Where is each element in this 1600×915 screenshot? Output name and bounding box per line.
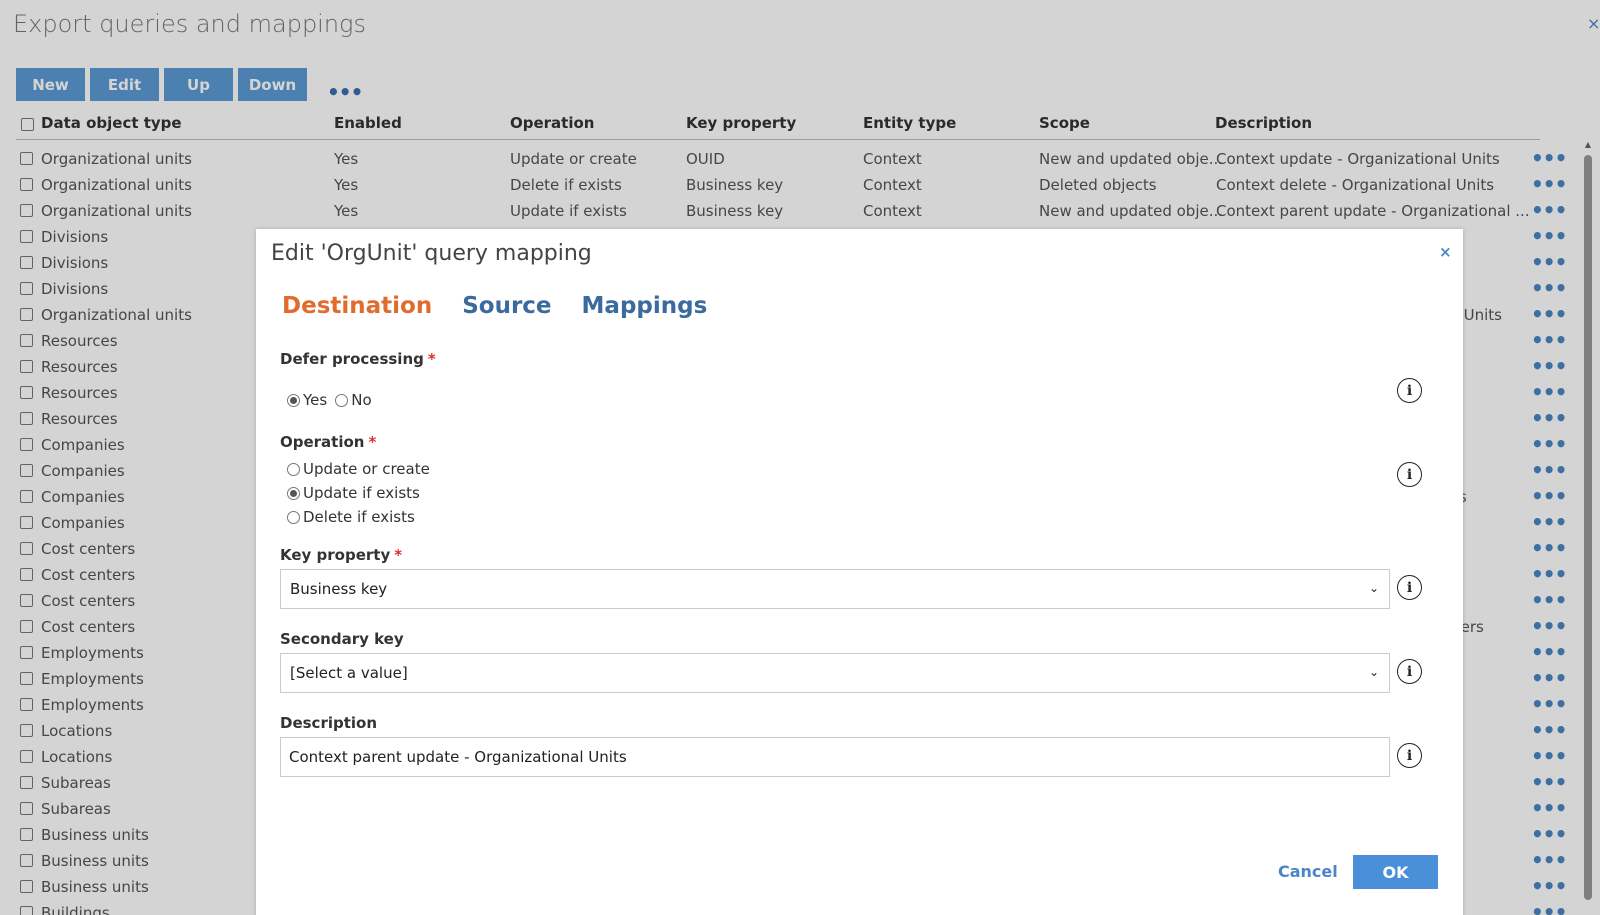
chevron-down-icon: ⌄: [1368, 581, 1379, 595]
defer-no-label: No: [351, 391, 372, 409]
secondary-key-label: Secondary key: [280, 630, 404, 648]
dialog-title: Edit 'OrgUnit' query mapping: [271, 241, 592, 266]
defer-yes-option[interactable]: Yes: [287, 391, 327, 409]
defer-processing-label-text: Defer processing: [280, 350, 424, 368]
operation-option-label: Delete if exists: [303, 508, 415, 526]
key-property-value: Business key: [290, 580, 388, 598]
operation-option-label: Update if exists: [303, 484, 420, 502]
operation-radio[interactable]: [287, 462, 300, 476]
defer-processing-options: Yes No: [287, 391, 380, 409]
ok-button[interactable]: OK: [1353, 855, 1438, 889]
operation-option-update-or-create[interactable]: Update or create: [287, 460, 430, 478]
info-icon[interactable]: i: [1397, 462, 1422, 487]
defer-no-radio[interactable]: [335, 393, 349, 407]
tab-mappings[interactable]: Mappings: [582, 293, 708, 319]
operation-radio[interactable]: [287, 510, 300, 524]
tab-source[interactable]: Source: [462, 293, 551, 319]
defer-processing-label: Defer processing *: [280, 350, 436, 368]
operation-label-text: Operation: [280, 433, 365, 451]
chevron-down-icon: ⌄: [1368, 665, 1379, 679]
edit-mapping-dialog: Edit 'OrgUnit' query mapping × Destinati…: [256, 229, 1463, 915]
key-property-select[interactable]: Business key ⌄: [280, 569, 1390, 609]
operation-label: Operation *: [280, 433, 376, 451]
defer-no-option[interactable]: No: [335, 391, 372, 409]
description-input[interactable]: Context parent update - Organizational U…: [280, 737, 1390, 777]
operation-option-delete-if-exists[interactable]: Delete if exists: [287, 508, 415, 526]
defer-yes-label: Yes: [303, 391, 328, 409]
secondary-key-select[interactable]: [Select a value] ⌄: [280, 653, 1390, 693]
required-mark: *: [427, 350, 436, 368]
operation-radio[interactable]: [287, 486, 300, 500]
cancel-button[interactable]: Cancel: [1278, 862, 1338, 881]
key-property-label-text: Key property: [280, 546, 391, 564]
secondary-key-value: [Select a value]: [290, 664, 408, 682]
description-value: Context parent update - Organizational U…: [289, 748, 627, 766]
info-icon[interactable]: i: [1397, 575, 1422, 600]
dialog-tabs: Destination Source Mappings: [282, 293, 707, 319]
info-icon[interactable]: i: [1397, 378, 1422, 403]
key-property-label: Key property *: [280, 546, 402, 564]
required-mark: *: [394, 546, 403, 564]
operation-option-label: Update or create: [303, 460, 430, 478]
close-icon[interactable]: ×: [1439, 243, 1452, 261]
description-label: Description: [280, 714, 378, 732]
info-icon[interactable]: i: [1397, 659, 1422, 684]
defer-yes-radio[interactable]: [287, 393, 300, 407]
operation-option-update-if-exists[interactable]: Update if exists: [287, 484, 420, 502]
info-icon[interactable]: i: [1397, 743, 1422, 768]
tab-destination[interactable]: Destination: [282, 293, 432, 319]
required-mark: *: [368, 433, 377, 451]
